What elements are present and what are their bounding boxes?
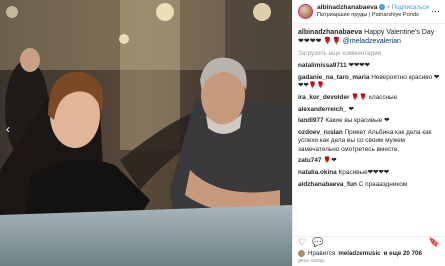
post-actions-bar: ♡ 💬 🔖 <box>293 236 445 248</box>
photo-illustration <box>0 0 292 266</box>
post-header: albinadzhanabaeva ✓ • Подписаться Патриа… <box>293 0 445 24</box>
follow-button[interactable]: Подписаться <box>392 4 429 11</box>
comment-text: 🌹❤ <box>323 157 337 165</box>
comment-username[interactable]: natalia.okina <box>298 169 337 176</box>
comment-item: landi977 Какие вы красивые ❤ <box>298 117 440 125</box>
comment-text: ❤ <box>348 105 354 113</box>
avatar[interactable] <box>298 4 313 19</box>
caption-mention[interactable]: @meladzevalerian <box>343 38 401 45</box>
chevron-left-icon[interactable]: ‹ <box>2 122 14 136</box>
header-text: albinadzhanabaeva ✓ • Подписаться Патриа… <box>317 4 429 20</box>
post-details-panel: albinadzhanabaeva ✓ • Подписаться Патриа… <box>292 0 445 266</box>
comment-item: natalia.okina Красивые❤❤❤❤ <box>298 169 440 177</box>
post-date[interactable]: день назад <box>298 258 324 264</box>
heart-icon[interactable]: ♡ <box>298 237 306 248</box>
comment-username[interactable]: alexanderreich_ <box>298 106 347 113</box>
location-link[interactable]: Патриаршие пруды | Patriarshiye Ponds <box>317 12 429 19</box>
comment-text: 🌹🌹 классные <box>351 93 398 101</box>
comment-item: ozdoev_ruslan Привет Альбина как дела ка… <box>298 129 440 154</box>
author-username[interactable]: albinadzhanabaeva <box>317 4 377 11</box>
likes-summary: Нравится meladzemusic и еще 20 706 <box>298 250 422 257</box>
comment-username[interactable]: aldzhanabaeva_fun <box>298 181 357 188</box>
comment-item: alexanderreich_ ❤ <box>298 106 440 114</box>
comment-username[interactable]: landi977 <box>298 117 324 124</box>
post-caption: albinadzhanabaeva Happy Valentine's Day … <box>298 28 440 46</box>
liker-avatar[interactable] <box>298 250 305 257</box>
post-photo[interactable]: ‹ <box>0 0 292 266</box>
comment-username[interactable]: ira_kor_devolder <box>298 94 350 101</box>
comment-text: ❤❤❤❤ <box>348 62 370 70</box>
comment-item: aldzhanabaeva_fun С праааздником <box>298 181 440 189</box>
verified-badge-icon: ✓ <box>379 3 386 10</box>
comment-item: natalimissa9711 ❤❤❤❤ <box>298 62 440 70</box>
comment-username[interactable]: zatu747 <box>298 157 321 164</box>
comment-item: zatu747 🌹❤ <box>298 157 440 165</box>
comments-list: albinadzhanabaeva Happy Valentine's Day … <box>293 24 445 229</box>
likes-prefix: Нравится <box>308 250 336 257</box>
comment-item: ira_kor_devolder 🌹🌹 классные <box>298 94 440 102</box>
more-horizontal-icon[interactable]: ⋯ <box>431 6 440 17</box>
bookmark-icon[interactable]: 🔖 <box>429 237 440 248</box>
comment-username[interactable]: ozdoev_ruslan <box>298 129 343 136</box>
comment-text: Красивые❤❤❤❤ <box>338 169 390 177</box>
comment-text: Какие вы красивые ❤ <box>325 117 390 125</box>
comment-item: gadanie_na_taro_maria Невероятно красиво… <box>298 74 440 91</box>
caption-username[interactable]: albinadzhanabaeva <box>298 29 362 36</box>
comment-username[interactable]: natalimissa9711 <box>298 62 347 69</box>
likes-count[interactable]: и еще 20 706 <box>384 250 422 257</box>
separator-dot: • <box>387 3 390 11</box>
load-more-comments-button[interactable]: Загрузить еще комментарии <box>298 50 440 57</box>
comment-icon[interactable]: 💬 <box>312 237 323 248</box>
comment-text: С праааздником <box>358 180 408 188</box>
likes-user[interactable]: meladzemusic <box>338 250 380 257</box>
comment-username[interactable]: gadanie_na_taro_maria <box>298 74 369 81</box>
